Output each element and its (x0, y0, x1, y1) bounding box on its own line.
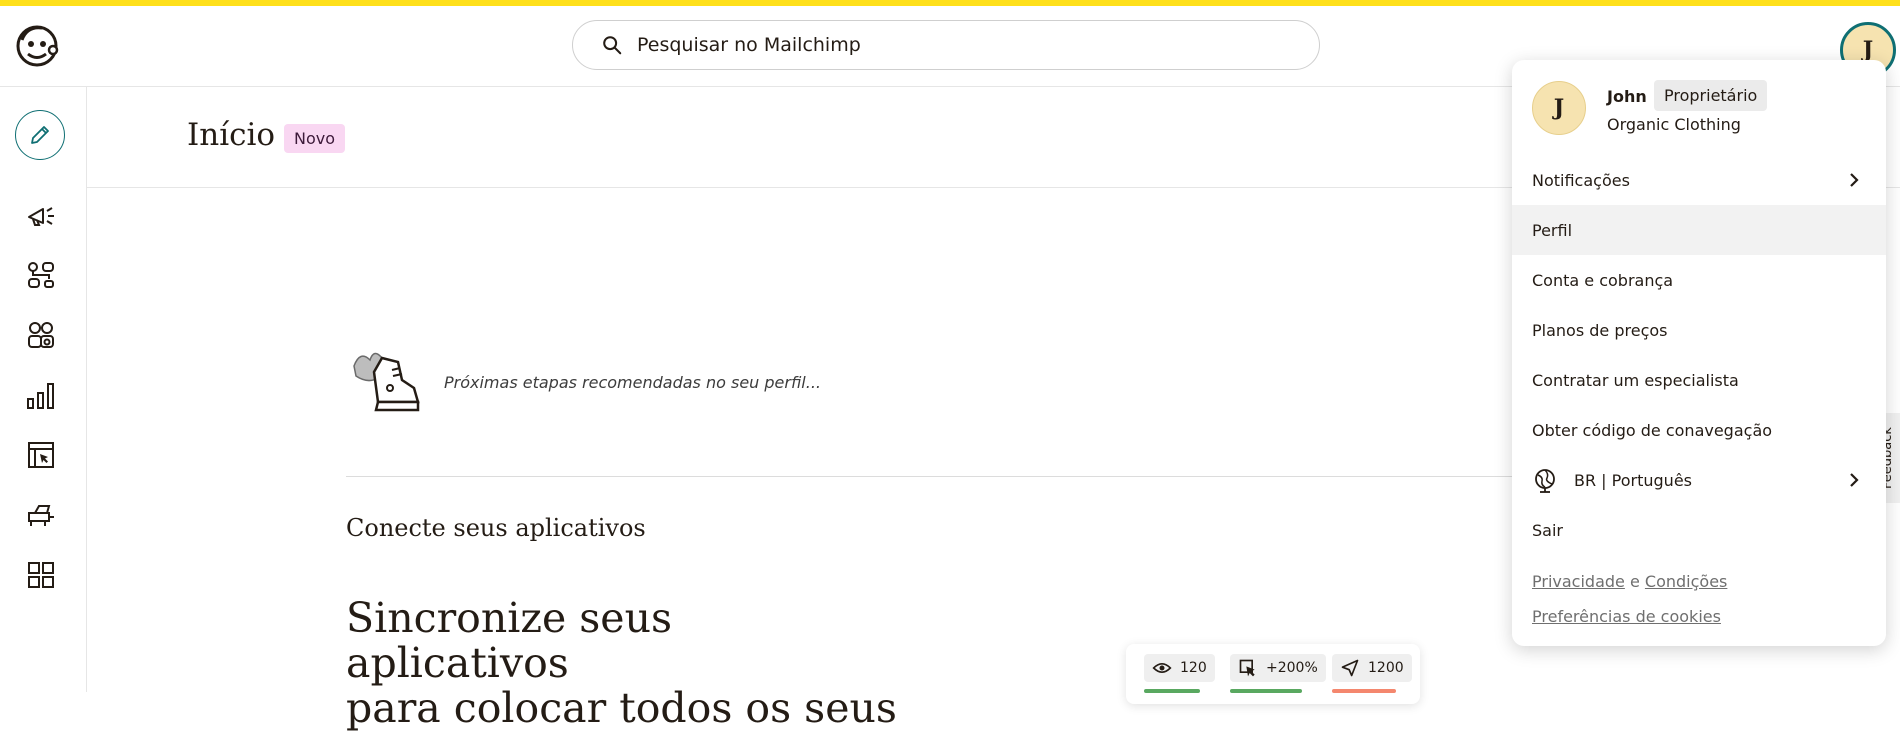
audience-icon[interactable] (25, 319, 57, 351)
automations-icon[interactable] (25, 259, 57, 291)
hire-expert-label: Contratar um especialista (1532, 370, 1739, 390)
sync-apps-heading: Sincronize seus aplicativos para colocar… (346, 596, 906, 731)
cookie-preferences-link[interactable]: Preferências de cookies (1532, 607, 1721, 626)
views-value: 120 (1180, 660, 1207, 676)
clicks-value: +200% (1266, 660, 1318, 676)
clicks-bar (1230, 689, 1302, 693)
sneaker-illustration-icon (346, 336, 436, 426)
connect-apps-title: Conecte seus aplicativos (346, 514, 646, 542)
menu-item-language[interactable]: BR | Português (1512, 455, 1886, 505)
integrations-icon[interactable] (25, 499, 57, 531)
organization-name: Organic Clothing (1607, 115, 1741, 134)
sent-stat: 1200 (1332, 654, 1412, 682)
menu-item-profile[interactable]: Perfil (1512, 205, 1886, 255)
create-button[interactable] (15, 110, 65, 160)
chevron-right-icon (1850, 173, 1859, 187)
terms-link[interactable]: Condições (1645, 572, 1727, 591)
mailchimp-logo-icon[interactable] (12, 20, 62, 70)
notifications-label: Notificações (1532, 170, 1630, 190)
page-title: Início (187, 117, 276, 153)
clicks-stat: +200% (1230, 654, 1326, 682)
user-name: John (1607, 87, 1647, 106)
analytics-bar-chart-icon[interactable] (25, 379, 57, 411)
campaigns-megaphone-icon[interactable] (25, 199, 57, 231)
privacy-link[interactable]: Privacidade (1532, 572, 1625, 591)
billing-label: Conta e cobrança (1532, 270, 1674, 290)
search-input[interactable]: Pesquisar no Mailchimp (572, 20, 1320, 70)
heading-line-2: para colocar todos os seus (346, 684, 897, 732)
menu-item-conavigation[interactable]: Obter código de conavegação (1512, 405, 1886, 455)
plans-label: Planos de preços (1532, 320, 1668, 340)
heading-line-1: Sincronize seus aplicativos (346, 594, 673, 687)
menu-item-billing[interactable]: Conta e cobrança (1512, 255, 1886, 305)
sent-value: 1200 (1368, 660, 1404, 676)
pencil-icon (31, 126, 49, 144)
cursor-click-icon (1239, 659, 1255, 677)
paper-plane-icon (1341, 659, 1359, 677)
menu-avatar: J (1532, 81, 1586, 135)
account-dropdown-menu: J John Proprietário Organic Clothing Not… (1512, 60, 1886, 646)
language-label: BR | Português (1574, 470, 1692, 490)
and-text: e (1629, 572, 1640, 591)
logout-label: Sair (1532, 520, 1563, 540)
profile-label: Perfil (1532, 220, 1573, 240)
cookies-link-wrap: Preferências de cookies (1532, 607, 1721, 626)
sent-bar (1332, 689, 1396, 693)
menu-item-plans[interactable]: Planos de preços (1512, 305, 1886, 355)
next-steps-text: Próximas etapas recomendadas no seu perf… (444, 373, 822, 392)
menu-item-logout[interactable]: Sair (1512, 505, 1886, 555)
stats-card: 120 +200% 1200 (1126, 644, 1420, 704)
views-bar (1144, 689, 1200, 693)
globe-icon (1535, 469, 1555, 493)
grid-icon[interactable] (25, 559, 57, 591)
new-badge: Novo (284, 124, 346, 153)
sidebar-nav (0, 87, 87, 692)
search-icon (603, 36, 622, 55)
views-stat: 120 (1144, 654, 1215, 682)
eye-icon (1152, 663, 1172, 673)
legal-links: Privacidade e Condições (1532, 572, 1727, 591)
menu-item-hire-expert[interactable]: Contratar um especialista (1512, 355, 1886, 405)
chevron-right-icon (1850, 473, 1859, 487)
search-placeholder: Pesquisar no Mailchimp (637, 34, 861, 56)
conavigation-label: Obter código de conavegação (1532, 420, 1773, 440)
website-builder-icon[interactable] (25, 439, 57, 471)
role-badge: Proprietário (1654, 80, 1768, 111)
menu-item-notifications[interactable]: Notificações (1512, 155, 1886, 205)
section-divider (346, 476, 1516, 477)
